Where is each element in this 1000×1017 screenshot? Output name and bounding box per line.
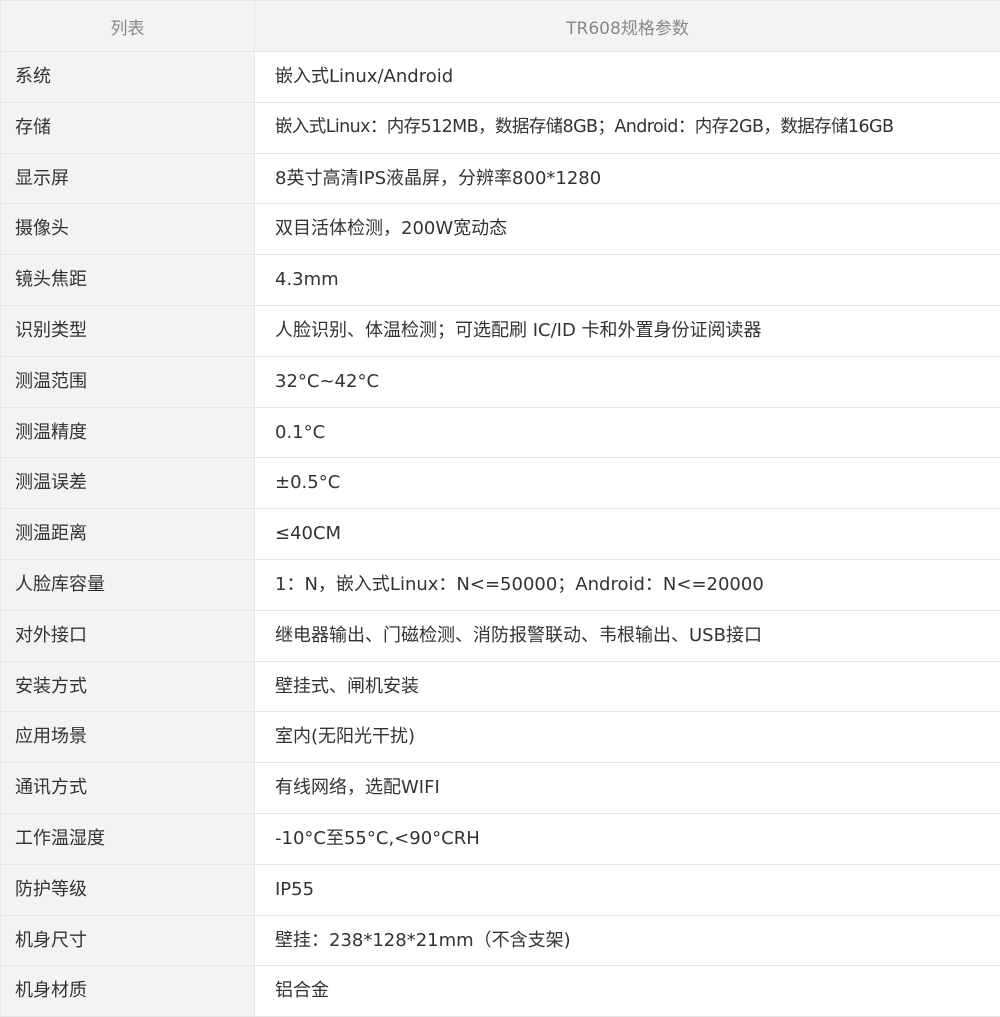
row-value: 铝合金 — [254, 965, 1000, 1017]
table-row: 机身材质 铝合金 — [0, 965, 1000, 1017]
row-label: 机身尺寸 — [0, 914, 255, 967]
row-value: 双目活体检测，200W宽动态 — [254, 203, 1000, 256]
row-value: ±0.5°C — [254, 457, 1000, 510]
row-label: 安装方式 — [0, 660, 255, 713]
table-row: 应用场景 室内(无阳光干扰) — [0, 711, 1000, 764]
row-label: 识别类型 — [0, 304, 255, 357]
row-label: 测温距离 — [0, 508, 255, 560]
table-row: 通讯方式 有线网络，选配WIFI — [0, 762, 1000, 814]
row-label: 系统 — [0, 51, 255, 103]
row-label: 镜头焦距 — [0, 254, 255, 306]
row-value: 壁挂式、闸机安装 — [254, 660, 1000, 713]
row-label: 对外接口 — [0, 609, 255, 662]
table-row: 识别类型 人脸识别、体温检测；可选配刷 IC/ID 卡和外置身份证阅读器 — [0, 304, 1000, 357]
row-label: 机身材质 — [0, 965, 255, 1017]
table-row: 人脸库容量 1：N，嵌入式Linux：N<=50000；Android：N<=2… — [0, 558, 1000, 611]
table-row: 防护等级 IP55 — [0, 863, 1000, 916]
table-row: 镜头焦距 4.3mm — [0, 254, 1000, 306]
row-label: 工作温湿度 — [0, 812, 255, 865]
table-row: 系统 嵌入式Linux/Android — [0, 51, 1000, 103]
table-header-row: 列表 TR608规格参数 — [0, 0, 1000, 52]
row-value: 人脸识别、体温检测；可选配刷 IC/ID 卡和外置身份证阅读器 — [254, 304, 1000, 357]
row-value: 有线网络，选配WIFI — [254, 762, 1000, 814]
spec-table: 列表 TR608规格参数 系统 嵌入式Linux/Android 存储 嵌入式L… — [0, 0, 1000, 1017]
row-value: 8英寸高清IPS液晶屏，分辨率800*1280 — [254, 152, 1000, 205]
row-label: 测温精度 — [0, 406, 255, 459]
table-row: 测温范围 32°C~42°C — [0, 355, 1000, 408]
row-value: 32°C~42°C — [254, 355, 1000, 408]
table-row: 测温误差 ±0.5°C — [0, 457, 1000, 510]
row-label: 通讯方式 — [0, 762, 255, 814]
row-label: 显示屏 — [0, 152, 255, 205]
row-value: 继电器输出、门磁检测、消防报警联动、韦根输出、USB接口 — [254, 609, 1000, 662]
table-row: 摄像头 双目活体检测，200W宽动态 — [0, 203, 1000, 256]
row-label: 摄像头 — [0, 203, 255, 256]
row-value: 4.3mm — [254, 254, 1000, 306]
row-label: 测温范围 — [0, 355, 255, 408]
table-row: 安装方式 壁挂式、闸机安装 — [0, 660, 1000, 713]
table-row: 机身尺寸 壁挂：238*128*21mm（不含支架) — [0, 914, 1000, 967]
table-row: 工作温湿度 -10°C至55°C,<90°CRH — [0, 812, 1000, 865]
row-value: 壁挂：238*128*21mm（不含支架) — [254, 914, 1000, 967]
row-value: 室内(无阳光干扰) — [254, 711, 1000, 764]
row-value: ≤40CM — [254, 508, 1000, 560]
header-spec-title: TR608规格参数 — [254, 0, 1000, 52]
table-row: 测温距离 ≤40CM — [0, 508, 1000, 560]
table-row: 显示屏 8英寸高清IPS液晶屏，分辨率800*1280 — [0, 152, 1000, 205]
row-value: IP55 — [254, 863, 1000, 916]
row-label: 防护等级 — [0, 863, 255, 916]
row-value: -10°C至55°C,<90°CRH — [254, 812, 1000, 865]
row-label: 人脸库容量 — [0, 558, 255, 611]
header-list: 列表 — [0, 0, 255, 52]
row-value: 嵌入式Linux：内存512MB，数据存储8GB；Android：内存2GB，数… — [254, 101, 1000, 154]
table-row: 测温精度 0.1°C — [0, 406, 1000, 459]
row-label: 应用场景 — [0, 711, 255, 764]
row-value: 嵌入式Linux/Android — [254, 51, 1000, 103]
table-row: 对外接口 继电器输出、门磁检测、消防报警联动、韦根输出、USB接口 — [0, 609, 1000, 662]
row-value: 0.1°C — [254, 406, 1000, 459]
table-row: 存储 嵌入式Linux：内存512MB，数据存储8GB；Android：内存2G… — [0, 101, 1000, 154]
row-label: 存储 — [0, 101, 255, 154]
row-value: 1：N，嵌入式Linux：N<=50000；Android：N<=20000 — [254, 558, 1000, 611]
row-label: 测温误差 — [0, 457, 255, 510]
